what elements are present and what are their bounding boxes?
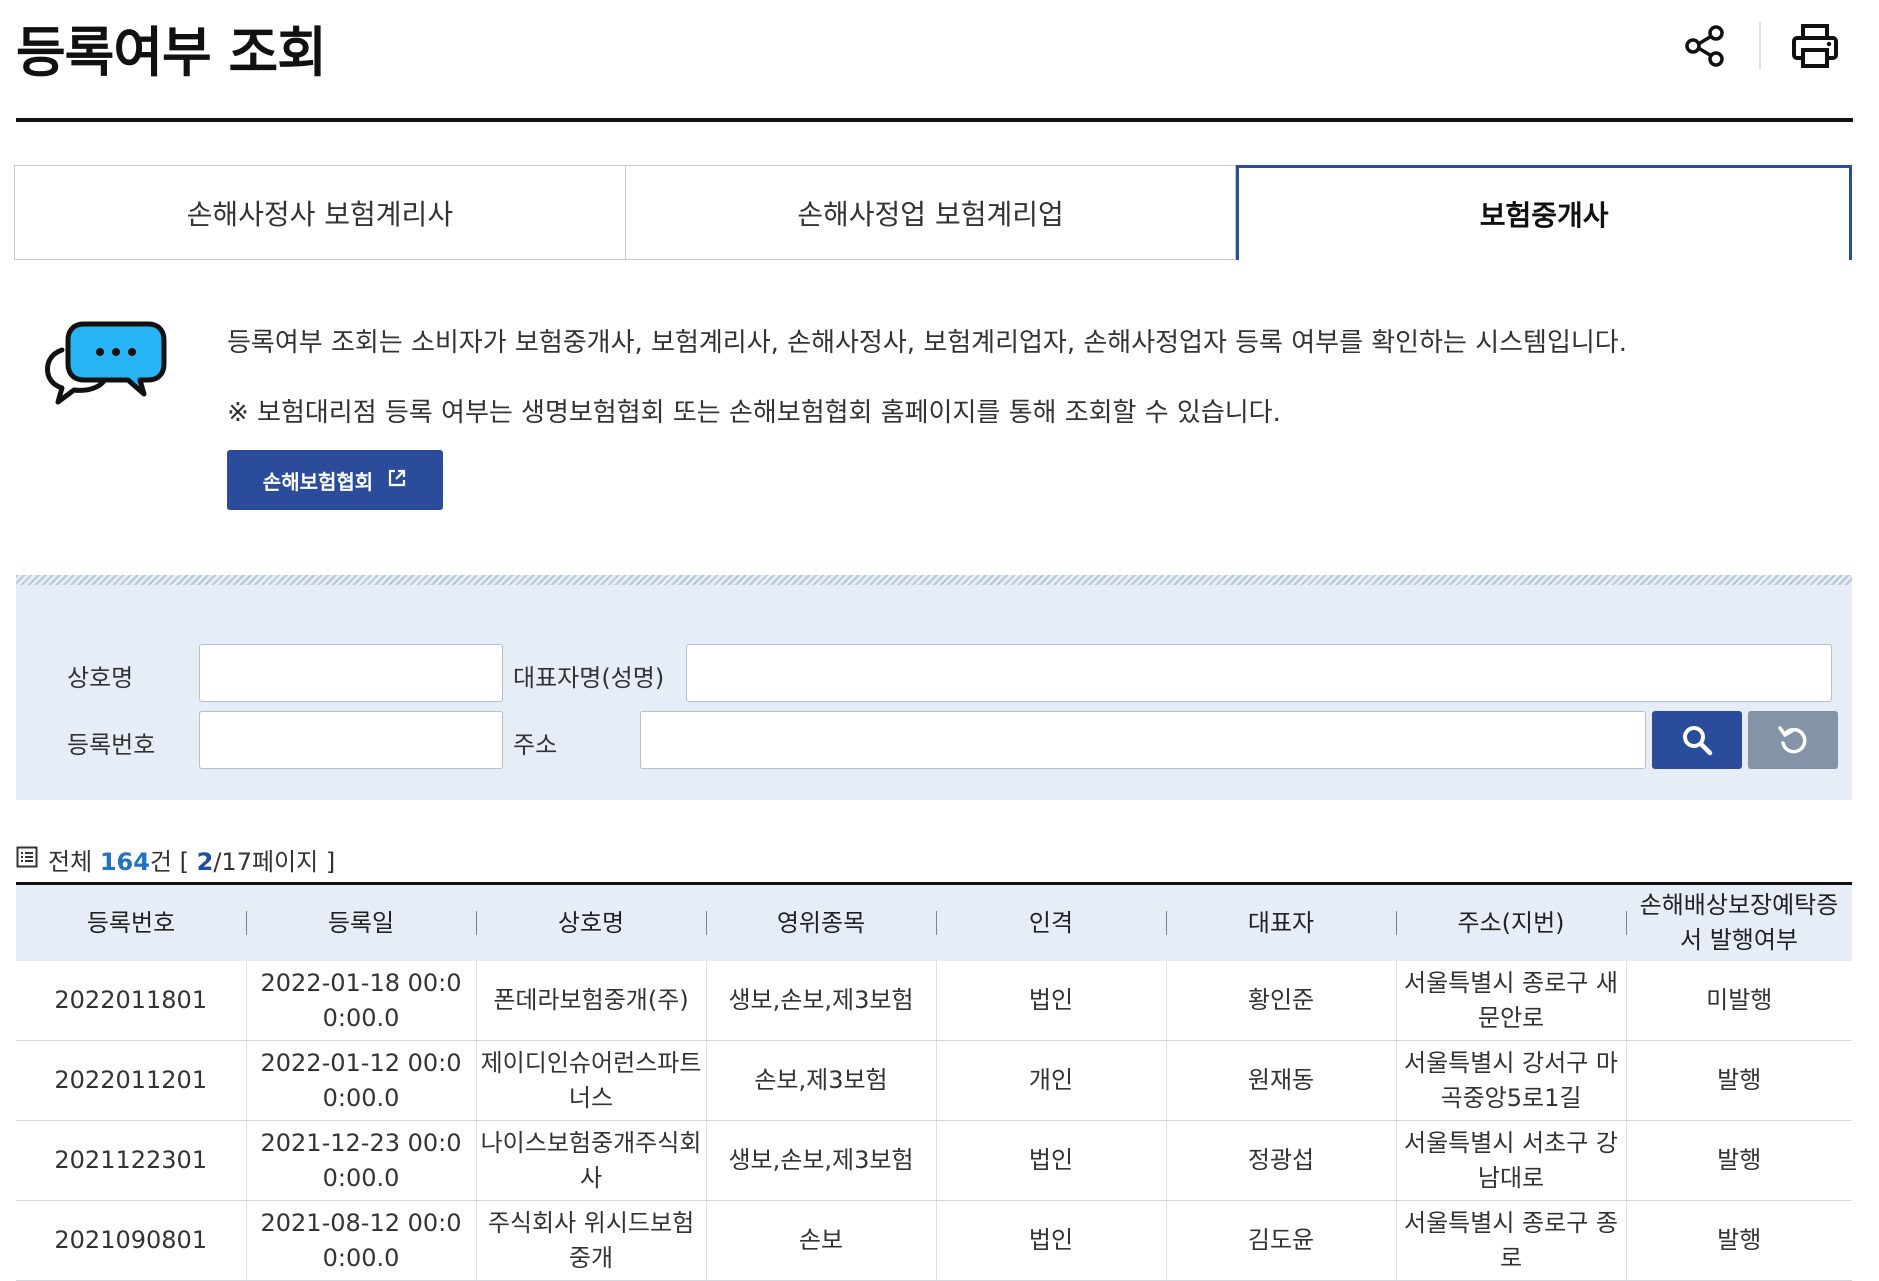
cell-address: 서울특별시 서초구 강남대로 — [1395, 1120, 1626, 1201]
cell-reg-number: 2021122301 — [16, 1120, 246, 1201]
cell-business-lines: 손보,제3보험 — [705, 1040, 936, 1121]
reset-button[interactable] — [1748, 711, 1838, 769]
reset-icon — [1778, 726, 1807, 754]
table-header-row: 등록번호 등록일 상호명 영위종목 인격 대표자 주소(지번) 손해배상보장예탁… — [16, 883, 1852, 962]
table-row[interactable]: 2022011201 2022-01-12 00:00:00.0 제이디인슈어런… — [16, 1040, 1852, 1121]
cell-company: 나이스보험중개주식회사 — [475, 1120, 706, 1201]
address-input[interactable] — [640, 711, 1646, 769]
info-description: 등록여부 조회는 소비자가 보험중개사, 보험계리사, 손해사정사, 보험계리업… — [227, 328, 1627, 358]
cell-entity-type: 개인 — [935, 1040, 1166, 1121]
cell-entity-type: 법인 — [935, 1120, 1166, 1201]
total-count: 164 — [99, 848, 150, 876]
header-divider — [1759, 22, 1761, 70]
cell-reg-number: 2022011201 — [16, 1040, 246, 1121]
cell-company: 주식회사 위시드보험중개 — [475, 1200, 706, 1281]
table-row[interactable]: 2021090801 2021-08-12 00:00:00.0 주식회사 위시… — [16, 1200, 1852, 1281]
share-icon[interactable] — [1677, 18, 1733, 74]
cell-address: 서울특별시 종로구 종로 — [1395, 1200, 1626, 1281]
tab-adjuster-actuary[interactable]: 손해사정사 보험계리사 — [14, 165, 626, 260]
cell-representative: 황인준 — [1165, 961, 1396, 1041]
current-page: 2 — [196, 848, 214, 876]
column-header-representative: 대표자 — [1166, 884, 1396, 962]
cell-entity-type: 법인 — [935, 961, 1166, 1041]
list-icon — [16, 846, 38, 874]
search-icon — [1683, 726, 1713, 756]
cell-company: 폰데라보험중개(주) — [475, 961, 706, 1041]
header-divider-line — [16, 118, 1853, 122]
external-link-icon — [387, 468, 407, 493]
address-label: 주소 — [513, 731, 558, 759]
cell-representative: 김도윤 — [1165, 1200, 1396, 1281]
search-panel-border — [16, 575, 1852, 585]
cell-deposit-certificate: 발행 — [1625, 1200, 1852, 1281]
column-header-company: 상호명 — [476, 884, 706, 962]
tab-bar: 손해사정사 보험계리사 손해사정업 보험계리업 보험중개사 — [14, 165, 1853, 260]
column-header-business-lines: 영위종목 — [706, 884, 936, 962]
cell-reg-number: 2022011801 — [16, 961, 246, 1041]
cell-address: 서울특별시 강서구 마곡중앙5로1길 — [1395, 1040, 1626, 1121]
search-panel: 상호명 대표자명(성명) 등록번호 주소 — [16, 575, 1852, 800]
company-name-input[interactable] — [199, 644, 503, 702]
tab-adjuster-actuary-business[interactable]: 손해사정업 보험계리업 — [625, 165, 1237, 260]
representative-name-label: 대표자명(성명) — [513, 664, 665, 692]
link-button-label: 손해보험협회 — [262, 469, 374, 494]
cell-deposit-certificate: 발행 — [1625, 1120, 1852, 1201]
info-note: ※ 보험대리점 등록 여부는 생명보험협회 또는 손해보험협회 홈페이지를 통해… — [227, 398, 1281, 428]
nonlife-association-link-button[interactable]: 손해보험협회 — [227, 450, 443, 510]
registration-number-label: 등록번호 — [67, 731, 156, 759]
column-header-entity-type: 인격 — [936, 884, 1166, 962]
page: 등록여부 조회 손해사정사 보험계리사 손해사정업 보험계리업 보험중개사 등록… — [0, 0, 1879, 1281]
cell-reg-date: 2022-01-18 00:00:00.0 — [245, 961, 476, 1041]
cell-reg-date: 2021-08-12 00:00:00.0 — [245, 1200, 476, 1281]
cell-address: 서울특별시 종로구 새문안로 — [1395, 961, 1626, 1041]
cell-business-lines: 손보 — [705, 1200, 936, 1281]
result-summary: 전체 164건 [ 2/17페이지 ] — [16, 842, 335, 877]
column-header-address: 주소(지번) — [1396, 884, 1626, 962]
cell-representative: 원재동 — [1165, 1040, 1396, 1121]
cell-company: 제이디인슈어런스파트너스 — [475, 1040, 706, 1121]
column-header-reg-date: 등록일 — [246, 884, 476, 962]
cell-reg-number: 2021090801 — [16, 1200, 246, 1281]
cell-deposit-certificate: 미발행 — [1625, 961, 1852, 1041]
company-name-label: 상호명 — [67, 664, 134, 692]
cell-reg-date: 2021-12-23 00:00:00.0 — [245, 1120, 476, 1201]
chat-bubbles-icon — [44, 320, 168, 420]
print-icon[interactable] — [1787, 18, 1843, 74]
total-suffix: 건 [ — [149, 848, 189, 876]
tab-insurance-broker[interactable]: 보험중개사 — [1236, 165, 1853, 260]
cell-reg-date: 2022-01-12 00:00:00.0 — [245, 1040, 476, 1121]
cell-entity-type: 법인 — [935, 1200, 1166, 1281]
column-header-deposit-certificate: 손해배상보장예탁증서 발행여부 — [1626, 884, 1852, 962]
page-title: 등록여부 조회 — [16, 21, 327, 84]
table-row[interactable]: 2022011801 2022-01-18 00:00:00.0 폰데라보험중개… — [16, 961, 1852, 1041]
cell-business-lines: 생보,손보,제3보험 — [705, 1120, 936, 1201]
column-header-reg-number: 등록번호 — [86, 908, 176, 937]
page-info: /17페이지 ] — [213, 848, 336, 876]
cell-deposit-certificate: 발행 — [1625, 1040, 1852, 1121]
cell-business-lines: 생보,손보,제3보험 — [705, 961, 936, 1041]
results-table: 등록번호 등록일 상호명 영위종목 인격 대표자 주소(지번) 손해배상보장예탁… — [16, 882, 1852, 1281]
table-row[interactable]: 2021122301 2021-12-23 00:00:00.0 나이스보험중개… — [16, 1120, 1852, 1201]
registration-number-input[interactable] — [199, 711, 503, 769]
total-label: 전체 — [48, 848, 93, 876]
cell-representative: 정광섭 — [1165, 1120, 1396, 1201]
representative-name-input[interactable] — [686, 644, 1832, 702]
search-button[interactable] — [1652, 711, 1742, 769]
header-actions — [1677, 18, 1843, 74]
